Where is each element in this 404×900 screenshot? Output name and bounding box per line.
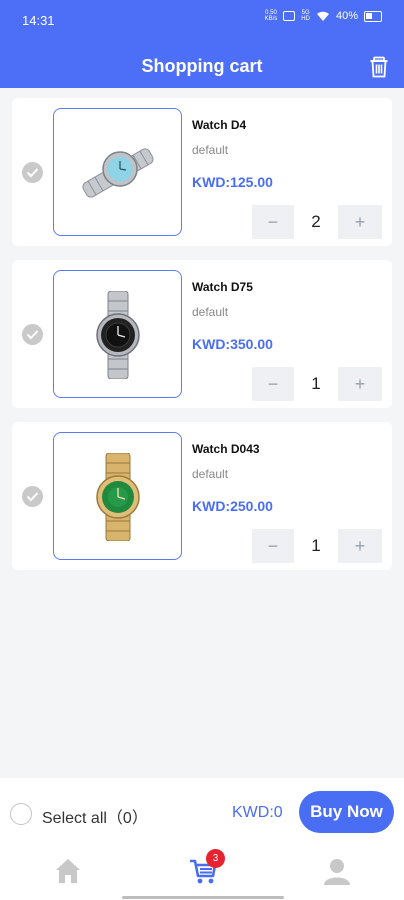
trash-icon[interactable] [368, 56, 390, 78]
product-image[interactable] [53, 432, 182, 560]
product-name[interactable]: Watch D75 [192, 280, 253, 294]
select-all-label[interactable]: Select all（0） [42, 804, 148, 828]
checkmark-icon [26, 330, 39, 340]
product-variant: default [192, 305, 229, 319]
product-variant: default [192, 467, 229, 481]
battery-icon [364, 10, 382, 22]
cart-item: Watch D043 default KWD:250.00 − 1 + [12, 422, 392, 570]
increase-button[interactable]: + [338, 367, 382, 401]
network-type: 5G HD [301, 10, 310, 22]
cart-item: Watch D75 default KWD:350.00 − 1 + [12, 260, 392, 408]
product-price: KWD:250.00 [192, 498, 273, 514]
watch-image [96, 453, 140, 541]
product-variant: default [192, 143, 229, 157]
status-icons: 0.50 KB/s 5G HD 40% [265, 10, 382, 22]
data-speed: 0.50 KB/s [264, 10, 278, 22]
checkout-bar: Select all（0） KWD:0 Buy Now [0, 778, 404, 900]
quantity-value[interactable]: 1 [294, 529, 338, 563]
cart-item: Watch D4 default KWD:125.00 − 2 + [12, 98, 392, 246]
product-name[interactable]: Watch D043 [192, 442, 260, 456]
quantity-value[interactable]: 2 [294, 205, 338, 239]
decrease-button[interactable]: − [252, 205, 294, 239]
status-bar: 14:31 0.50 KB/s 5G HD 40% [0, 0, 404, 42]
item-checkbox[interactable] [22, 486, 43, 507]
status-time: 14:31 [22, 13, 55, 28]
quantity-stepper: − 1 + [252, 367, 382, 401]
quantity-stepper: − 2 + [252, 205, 382, 239]
wifi-icon [316, 11, 329, 21]
select-all-radio[interactable] [10, 803, 32, 825]
app-header: Shopping cart [0, 42, 404, 88]
cart-badge: 3 [206, 849, 225, 868]
home-indicator [122, 896, 284, 899]
increase-button[interactable]: + [338, 529, 382, 563]
product-image[interactable] [53, 270, 182, 398]
item-checkbox[interactable] [22, 324, 43, 345]
quantity-stepper: − 1 + [252, 529, 382, 563]
decrease-button[interactable]: − [252, 529, 294, 563]
buy-now-button[interactable]: Buy Now [299, 791, 394, 833]
quantity-value[interactable]: 1 [294, 367, 338, 401]
decrease-button[interactable]: − [252, 367, 294, 401]
checkmark-icon [26, 168, 39, 178]
battery-level: 40% [335, 10, 358, 22]
sim-icon [283, 11, 296, 21]
product-image[interactable] [53, 108, 182, 236]
user-icon[interactable] [322, 856, 352, 886]
increase-button[interactable]: + [338, 205, 382, 239]
product-price: KWD:125.00 [192, 174, 273, 190]
item-checkbox[interactable] [22, 162, 43, 183]
total-price: KWD:0 [232, 804, 283, 821]
watch-image [82, 148, 154, 198]
product-price: KWD:350.00 [192, 336, 273, 352]
product-name[interactable]: Watch D4 [192, 118, 246, 132]
page-title: Shopping cart [141, 56, 263, 76]
checkmark-icon [26, 492, 39, 502]
watch-image [96, 291, 140, 379]
home-icon[interactable] [53, 856, 83, 886]
